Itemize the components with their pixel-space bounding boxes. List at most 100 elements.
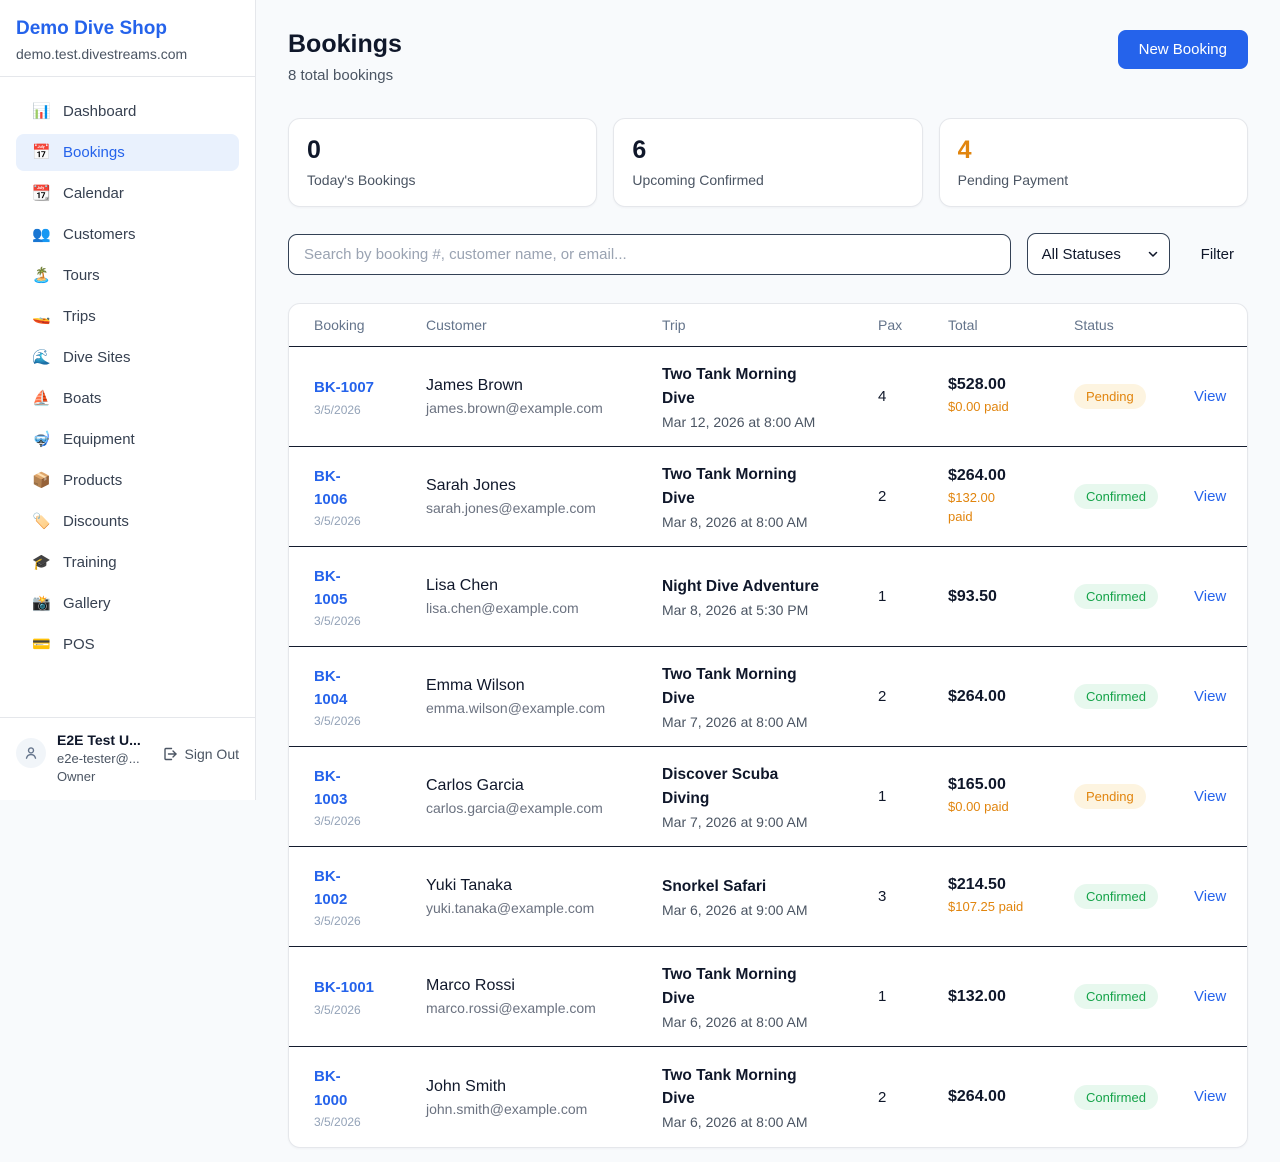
sidebar-item-pos[interactable]: 💳 POS [16,626,239,663]
booking-date: 3/5/2026 [314,714,426,728]
stat-card-upcoming-confirmed: 6 Upcoming Confirmed [613,118,922,207]
status-badge: Confirmed [1074,884,1158,909]
nav-label: Bookings [63,144,125,161]
paid-amount: $132.00 paid [948,489,1074,527]
sidebar-item-calendar[interactable]: 📆 Calendar [16,175,239,212]
trip-name: Two Tank Morning Dive [662,963,848,1010]
pax-count: 1 [878,588,948,605]
booking-id-link[interactable]: BK- 1000 [314,1065,347,1112]
trip-datetime: Mar 8, 2026 at 8:00 AM [662,514,848,530]
sidebar-item-trips[interactable]: 🚤 Trips [16,298,239,335]
filter-row: All Statuses Filter [288,233,1248,275]
training-icon: 🎓 [32,555,50,570]
page-header-text: Bookings 8 total bookings [288,30,402,84]
boats-icon: ⛵ [32,391,50,406]
sidebar-item-discounts[interactable]: 🏷️ Discounts [16,503,239,540]
search-input[interactable] [288,234,1011,275]
tours-icon: 🏝️ [32,268,50,283]
status-badge: Pending [1074,784,1146,809]
sidebar-item-boats[interactable]: ⛵ Boats [16,380,239,417]
page-header: Bookings 8 total bookings New Booking [288,30,1248,84]
customer-email: carlos.garcia@example.com [426,800,662,816]
total-amount: $214.50 [948,876,1074,894]
status-badge: Confirmed [1074,984,1158,1009]
booking-id-link[interactable]: BK- 1004 [314,665,347,712]
nav-label: Calendar [63,185,124,202]
pax-count: 2 [878,688,948,705]
trip-name: Snorkel Safari [662,875,848,898]
total-amount: $264.00 [948,467,1074,485]
column-header-status: Status [1074,317,1194,333]
sidebar-nav: 📊 Dashboard 📅 Bookings 📆 Calendar 👥 Cust… [0,77,255,675]
status-select-value: All Statuses [1042,246,1121,263]
paid-amount: $107.25 paid [948,898,1074,917]
user-block: E2E Test U... e2e-tester@... Owner Sign … [0,717,255,800]
sidebar-item-training[interactable]: 🎓 Training [16,544,239,581]
trip-name: Two Tank Morning Dive [662,463,848,510]
customer-name: Sarah Jones [426,477,662,495]
column-header-total: Total [948,317,1074,333]
sidebar-item-products[interactable]: 📦 Products [16,462,239,499]
column-header-trip: Trip [662,317,878,333]
sidebar-item-dashboard[interactable]: 📊 Dashboard [16,93,239,130]
chevron-down-icon [1147,248,1159,260]
status-select[interactable]: All Statuses [1027,233,1170,275]
nav-label: Dive Sites [63,349,131,366]
pax-count: 2 [878,1089,948,1106]
status-badge: Confirmed [1074,1085,1158,1110]
view-link[interactable]: View [1194,588,1226,605]
new-booking-button[interactable]: New Booking [1118,30,1248,69]
trip-name: Two Tank Morning Dive [662,1064,848,1111]
status-badge: Confirmed [1074,584,1158,609]
paid-amount: $0.00 paid [948,798,1074,817]
booking-date: 3/5/2026 [314,514,426,528]
pax-count: 2 [878,488,948,505]
sidebar-item-customers[interactable]: 👥 Customers [16,216,239,253]
table-row: BK- 1004 3/5/2026 Emma Wilson emma.wilso… [289,647,1247,747]
view-link[interactable]: View [1194,388,1226,405]
products-icon: 📦 [32,473,50,488]
dashboard-icon: 📊 [32,104,50,119]
booking-id-link[interactable]: BK- 1003 [314,765,347,812]
stats-row: 0 Today's Bookings 6 Upcoming Confirmed … [288,118,1248,207]
filter-button[interactable]: Filter [1186,246,1248,263]
pax-count: 4 [878,388,948,405]
booking-id-link[interactable]: BK- 1005 [314,565,347,612]
booking-id-link[interactable]: BK-1007 [314,376,374,399]
sidebar-item-bookings[interactable]: 📅 Bookings [16,134,239,171]
customer-email: yuki.tanaka@example.com [426,900,662,916]
nav-label: Equipment [63,431,135,448]
booking-id-link[interactable]: BK- 1006 [314,465,347,512]
sidebar-item-dive-sites[interactable]: 🌊 Dive Sites [16,339,239,376]
sidebar-item-equipment[interactable]: 🤿 Equipment [16,421,239,458]
customers-icon: 👥 [32,227,50,242]
view-link[interactable]: View [1194,788,1226,805]
view-link[interactable]: View [1194,888,1226,905]
sidebar: Demo Dive Shop demo.test.divestreams.com… [0,0,256,800]
view-link[interactable]: View [1194,688,1226,705]
customer-email: lisa.chen@example.com [426,600,662,616]
view-link[interactable]: View [1194,1088,1226,1105]
booking-id-link[interactable]: BK-1001 [314,976,374,999]
total-amount: $165.00 [948,776,1074,794]
view-link[interactable]: View [1194,488,1226,505]
sidebar-item-tours[interactable]: 🏝️ Tours [16,257,239,294]
calendar-icon: 📆 [32,186,50,201]
customer-name: Lisa Chen [426,577,662,595]
customer-name: Yuki Tanaka [426,877,662,895]
booking-date: 3/5/2026 [314,403,426,417]
stat-label: Pending Payment [958,172,1229,188]
user-email: e2e-tester@... [57,751,141,766]
sidebar-item-gallery[interactable]: 📸 Gallery [16,585,239,622]
booking-id-link[interactable]: BK- 1002 [314,865,347,912]
table-row: BK- 1002 3/5/2026 Yuki Tanaka yuki.tanak… [289,847,1247,947]
brand-domain: demo.test.divestreams.com [16,46,239,62]
view-link[interactable]: View [1194,988,1226,1005]
stat-value: 4 [958,136,1229,165]
sign-out-button[interactable]: Sign Out [162,746,239,762]
trip-name: Two Tank Morning Dive [662,663,848,710]
brand: Demo Dive Shop demo.test.divestreams.com [0,0,255,77]
total-amount: $132.00 [948,988,1074,1006]
person-icon [23,745,39,761]
table-row: BK- 1003 3/5/2026 Carlos Garcia carlos.g… [289,747,1247,847]
